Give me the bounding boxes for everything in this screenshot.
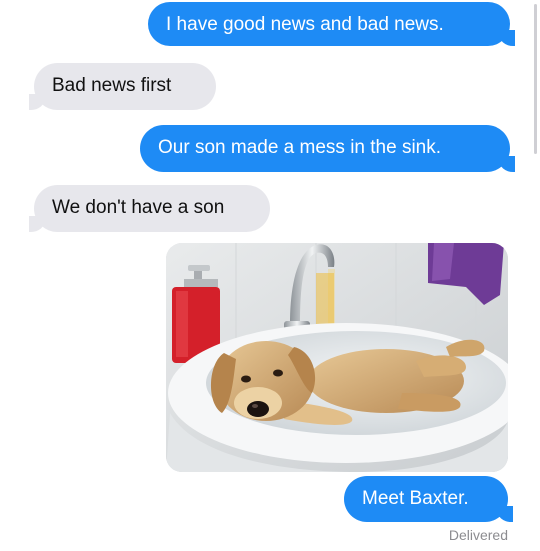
- scroll-indicator[interactable]: [534, 4, 537, 154]
- message-text: Meet Baxter.: [362, 488, 469, 509]
- message-bubble-received[interactable]: Bad news first: [29, 63, 216, 110]
- message-text: I have good news and bad news.: [166, 14, 444, 35]
- message-thread: I have good news and bad news. Bad news …: [0, 0, 540, 551]
- puppy-in-sink-image: [166, 243, 508, 472]
- message-bubble-sent[interactable]: Meet Baxter.: [344, 476, 513, 522]
- message-bubble-sent[interactable]: I have good news and bad news.: [148, 2, 515, 46]
- message-bubble-received[interactable]: We don't have a son: [29, 185, 270, 232]
- message-text: Our son made a mess in the sink.: [158, 137, 442, 158]
- message-bubble-sent[interactable]: Our son made a mess in the sink.: [140, 125, 515, 172]
- photo-attachment[interactable]: [166, 243, 508, 472]
- delivery-status: Delivered: [448, 527, 508, 543]
- message-text: We don't have a son: [52, 197, 225, 218]
- message-text: Bad news first: [52, 75, 172, 96]
